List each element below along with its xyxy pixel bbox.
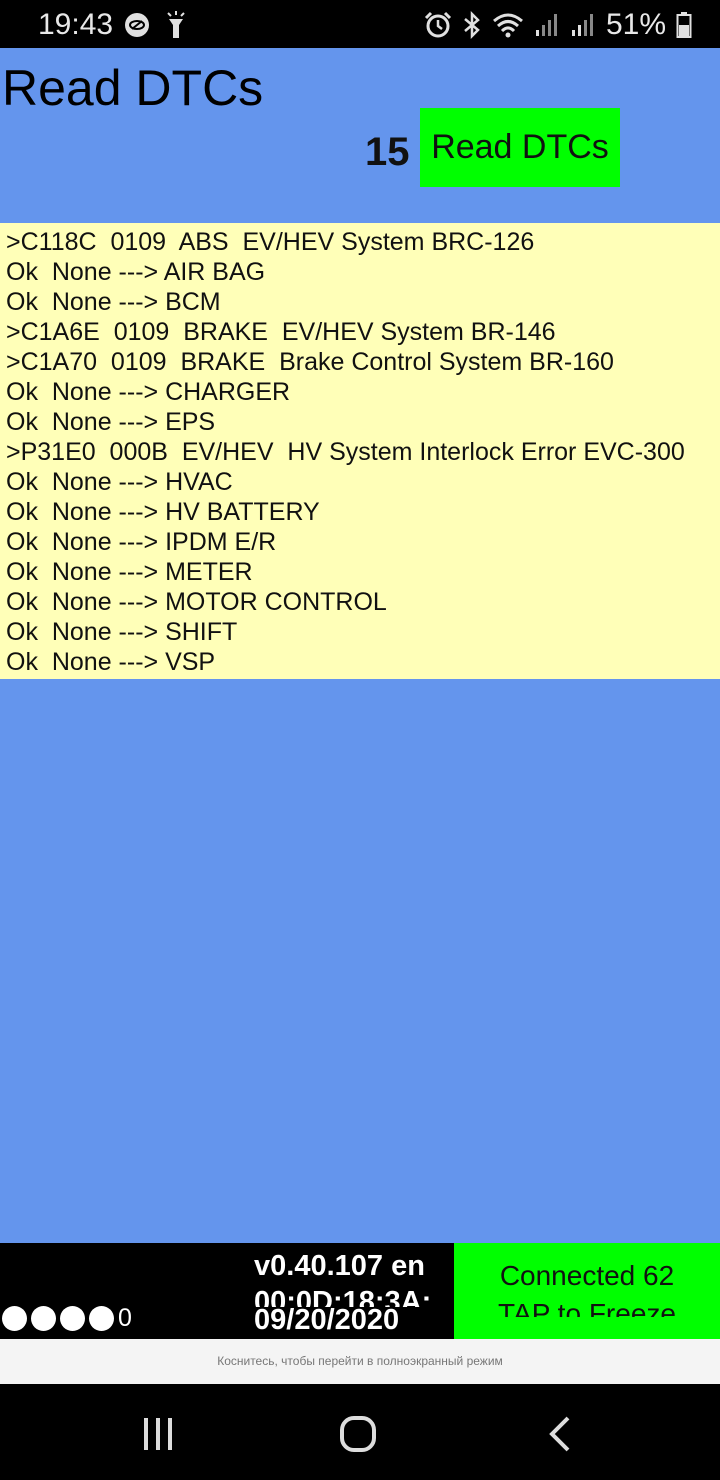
footer-status: 0 v0.40.107 en 00:0D:18:3A: 09/20/2020 C… xyxy=(0,1243,720,1339)
indicator-dot xyxy=(2,1305,27,1331)
list-item: Ok None ---> AIR BAG xyxy=(6,258,266,286)
recents-icon xyxy=(144,1418,172,1450)
bluetooth-icon xyxy=(464,11,480,39)
connection-indicator: 0 xyxy=(2,1304,132,1332)
battery-icon xyxy=(676,12,692,38)
tap-freeze-label: TAP to Freeze xyxy=(498,1298,676,1317)
list-item: Ok None ---> MOTOR CONTROL xyxy=(6,588,387,616)
indicator-dot xyxy=(31,1305,56,1331)
signal-icon xyxy=(535,14,557,36)
status-time: 19:43 xyxy=(38,8,114,41)
tap-freeze-clip: TAP to Freeze xyxy=(454,1297,720,1317)
home-icon xyxy=(340,1416,376,1452)
connection-label: Connected 62 xyxy=(499,1260,675,1291)
home-button[interactable] xyxy=(328,1412,388,1456)
list-item: >C118C 0109 ABS EV/HEV System BRC-126 xyxy=(6,228,535,256)
list-item: Ok None ---> VSP xyxy=(6,648,216,676)
game-launcher-icon xyxy=(125,13,149,37)
wifi-icon xyxy=(492,13,523,38)
list-item: >C1A6E 0109 BRAKE EV/HEV System BR-146 xyxy=(6,318,556,346)
signal-icon xyxy=(571,14,593,36)
list-item: Ok None ---> SHIFT xyxy=(6,618,238,646)
list-item: >C1A70 0109 BRAKE Brake Control System B… xyxy=(6,348,614,376)
list-item: Ok None ---> HVAC xyxy=(6,468,233,496)
connection-status-button[interactable]: Connected 62 TAP to Freeze xyxy=(454,1243,720,1339)
back-icon xyxy=(549,1416,570,1452)
indicator-text: 0 xyxy=(118,1304,132,1332)
dtc-count: 15 xyxy=(365,130,410,174)
status-bar: 19:43 51% xyxy=(0,0,720,48)
dtc-results-list[interactable]: >C118C 0109 ABS EV/HEV System BRC-126 Ok… xyxy=(0,223,720,679)
back-button[interactable] xyxy=(530,1412,590,1456)
alarm-icon xyxy=(424,11,452,38)
flashlight-icon xyxy=(167,11,185,38)
list-item: Ok None ---> BCM xyxy=(6,288,221,316)
list-item: Ok None ---> EPS xyxy=(6,408,216,436)
list-item: >P31E0 000B EV/HEV HV System Interlock E… xyxy=(6,438,685,466)
page-title: Read DTCs xyxy=(2,60,264,116)
fullscreen-hint[interactable]: Коснитесь, чтобы перейти в полноэкранный… xyxy=(0,1339,720,1384)
read-dtcs-button[interactable]: Read DTCs xyxy=(420,108,620,187)
list-item: Ok None ---> METER xyxy=(6,558,253,586)
recents-button[interactable] xyxy=(128,1412,188,1456)
indicator-dot xyxy=(60,1305,85,1331)
list-item: Ok None ---> CHARGER xyxy=(6,378,291,406)
list-item: Ok None ---> HV BATTERY xyxy=(6,498,320,526)
date-text: 09/20/2020 xyxy=(254,1304,400,1336)
navigation-bar xyxy=(0,1384,720,1480)
status-icons-right: 51% xyxy=(424,8,692,42)
list-item: Ok None ---> IPDM E/R xyxy=(6,528,277,556)
status-icons-left xyxy=(124,10,186,40)
indicator-dot xyxy=(89,1305,114,1331)
header: Read DTCs 15 Read DTCs xyxy=(0,48,720,223)
battery-percent: 51% xyxy=(605,8,666,41)
app-version: v0.40.107 en xyxy=(254,1250,425,1282)
